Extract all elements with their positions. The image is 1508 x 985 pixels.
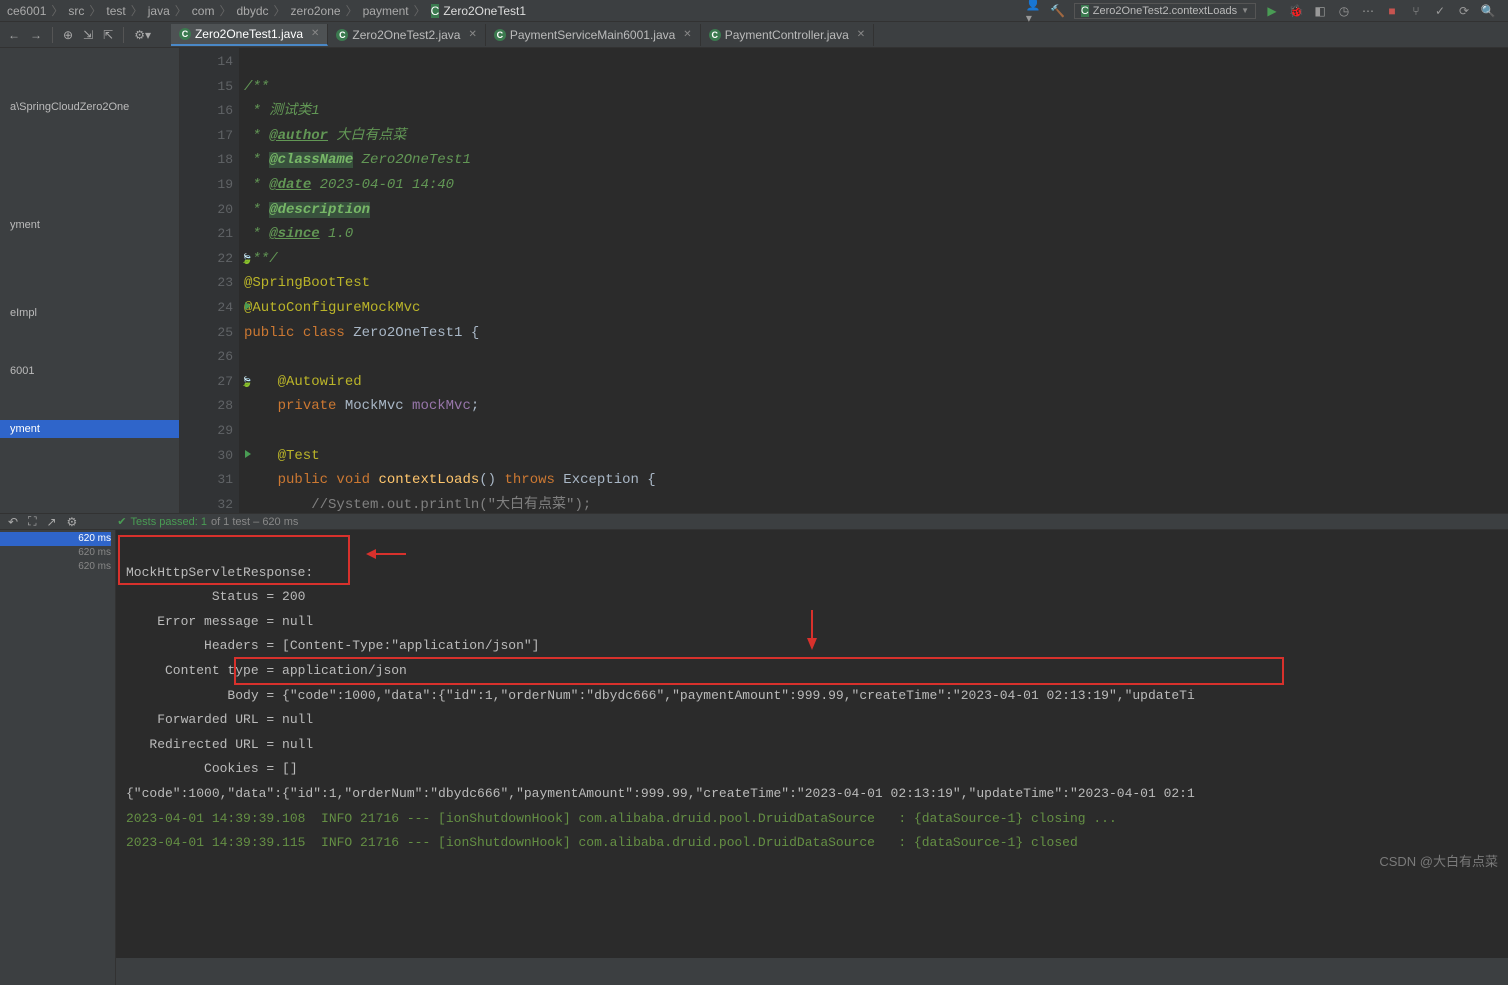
test-time[interactable]: 620 ms <box>0 560 111 574</box>
tab-PaymentServiceMain6001.java[interactable]: CPaymentServiceMain6001.java✕ <box>486 24 701 46</box>
arrow-icon <box>366 544 406 564</box>
gear-icon[interactable]: ⚙▾ <box>134 28 151 42</box>
close-icon[interactable]: ✕ <box>857 29 865 40</box>
debug-icon[interactable]: 🐞 <box>1288 3 1304 19</box>
highlight-box-body <box>234 657 1284 685</box>
project-item[interactable]: yment <box>0 420 179 438</box>
test-time[interactable]: 620 ms <box>0 532 111 546</box>
project-item[interactable]: a\SpringCloudZero2One <box>0 98 179 116</box>
crumb-zero2one[interactable]: zero2one <box>288 4 344 18</box>
stop-icon[interactable]: ■ <box>1384 3 1400 19</box>
test-time[interactable]: 620 ms <box>0 546 111 560</box>
export-icon[interactable]: ↗ <box>46 515 56 529</box>
close-icon[interactable]: ✕ <box>311 28 319 39</box>
crumb-java[interactable]: java <box>145 4 173 18</box>
commit-icon[interactable]: ✓ <box>1432 3 1448 19</box>
git-branch-icon[interactable]: ⑂ <box>1408 3 1424 19</box>
attach-icon[interactable]: ⋯ <box>1360 3 1376 19</box>
crumb-payment[interactable]: payment <box>360 4 412 18</box>
hammer-icon[interactable]: 🔨 <box>1050 3 1066 19</box>
close-icon[interactable]: ✕ <box>683 29 691 40</box>
forward-icon[interactable]: → <box>30 28 42 42</box>
project-panel: a\SpringCloudZero2One yment eImpl 6001 yment <box>0 48 180 513</box>
crumb-dbydc[interactable]: dbydc <box>233 4 271 18</box>
collapse-icon[interactable]: ⇱ <box>103 28 113 42</box>
run-panel: ↶ ⛶ ↗ ⚙ ✔ Tests passed: 1 of 1 test – 62… <box>0 513 1508 958</box>
test-status: ✔ Tests passed: 1 of 1 test – 620 ms <box>117 515 298 528</box>
run-icon[interactable]: ▶ <box>1264 3 1280 19</box>
test-tree[interactable]: 620 ms620 ms620 ms <box>0 530 116 985</box>
gutter: 14151617181920212223242526272829303132 <box>180 48 240 513</box>
filter-icon[interactable]: ⛶ <box>28 514 36 529</box>
tab-Zero2OneTest1.java[interactable]: CZero2OneTest1.java✕ <box>171 24 328 46</box>
close-icon[interactable]: ✕ <box>468 29 476 40</box>
profile-icon[interactable]: ◷ <box>1336 3 1352 19</box>
highlight-box-status <box>118 535 350 585</box>
crumb-ce6001[interactable]: ce6001 <box>4 4 49 18</box>
crumb-Zero2OneTest1[interactable]: CZero2OneTest1 <box>428 4 529 18</box>
back-icon[interactable]: ← <box>8 28 20 42</box>
console-output[interactable]: MockHttpServletResponse: Status = 200 Er… <box>116 530 1508 985</box>
breadcrumb: ce6001〉src〉test〉java〉com〉dbydc〉zero2one〉… <box>0 2 529 19</box>
crumb-src[interactable]: src <box>65 4 87 18</box>
arrow-down-icon <box>802 610 822 650</box>
tab-Zero2OneTest2.java[interactable]: CZero2OneTest2.java✕ <box>328 24 485 46</box>
user-icon[interactable]: 👤▾ <box>1026 3 1042 19</box>
code-editor[interactable]: /** * 测试类1 * @author 大白有点菜 * @className … <box>240 48 1508 513</box>
crumb-com[interactable]: com <box>189 4 218 18</box>
expand-icon[interactable]: ⇲ <box>83 28 93 42</box>
tab-PaymentController.java[interactable]: CPaymentController.java✕ <box>701 24 874 46</box>
update-icon[interactable]: ⟳ <box>1456 3 1472 19</box>
settings-icon[interactable]: ⚙ <box>67 515 78 529</box>
run-config-dropdown[interactable]: C Zero2OneTest2.contextLoads ▼ <box>1074 3 1256 19</box>
editor-tabs: CZero2OneTest1.java✕CZero2OneTest2.java✕… <box>171 24 874 46</box>
crumb-test[interactable]: test <box>103 4 128 18</box>
project-item[interactable]: 6001 <box>0 362 179 380</box>
search-icon[interactable]: 🔍 <box>1480 3 1496 19</box>
project-item[interactable]: eImpl <box>0 304 179 322</box>
coverage-icon[interactable]: ◧ <box>1312 3 1328 19</box>
target-icon[interactable]: ⊕ <box>63 28 73 42</box>
history-icon[interactable]: ↶ <box>8 515 18 529</box>
project-item[interactable]: yment <box>0 216 179 234</box>
